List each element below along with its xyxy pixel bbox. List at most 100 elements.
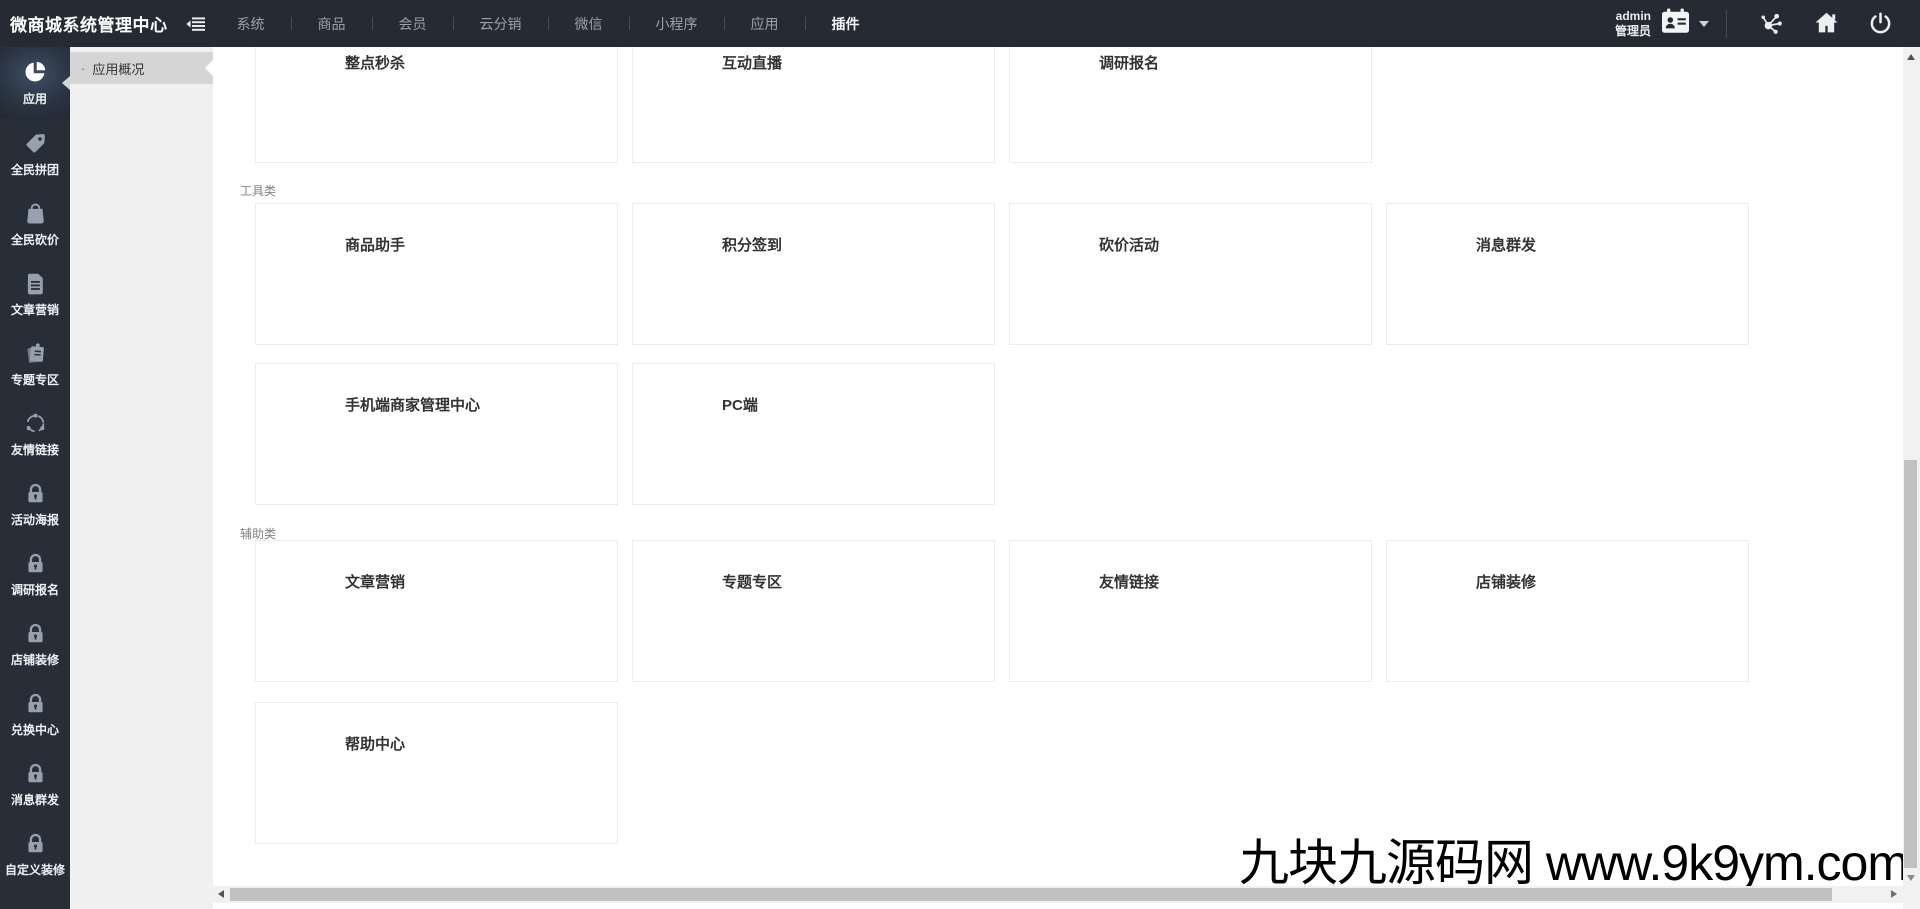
app-card-砍价活动[interactable]: 砍价活动 (1009, 203, 1372, 345)
app-card-文章营销[interactable]: 文章营销 (255, 540, 618, 682)
app-card-title: 文章营销 (345, 574, 406, 591)
app-card-title: PC端 (722, 397, 758, 414)
sidebar-item-label: 活动海报 (10, 513, 59, 527)
sidebar-item-label: 自定义装修 (4, 863, 65, 877)
sidebar-item-专题专区[interactable]: 专题专区 (0, 329, 70, 399)
sidebar-item-调研报名[interactable]: 调研报名 (0, 539, 70, 609)
sidebar-item-label: 兑换中心 (10, 723, 59, 737)
submenu-item-应用概况[interactable]: · 应用概况 (70, 52, 213, 84)
sidebar-item-label: 全民砍价 (10, 233, 59, 247)
app-card-title: 手机端商家管理中心 (345, 397, 481, 414)
sidebar-item-label: 应用 (22, 92, 47, 106)
sidebar-item-label: 全民拼团 (10, 163, 59, 177)
menu-item-7[interactable]: 插件 (806, 14, 886, 34)
app-card-专题专区[interactable]: 专题专区 (632, 540, 995, 682)
tag-icon (23, 130, 48, 156)
home-icon[interactable] (1813, 10, 1840, 37)
menu-item-4[interactable]: 微信 (549, 14, 629, 34)
sidebar-item-全民砍价[interactable]: 全民砍价 (0, 189, 70, 259)
card-row: 文章营销 专题专区 友情链接 店铺装修 (255, 540, 1749, 682)
network-icon[interactable] (1758, 10, 1785, 37)
main-content: 整点秒杀 互动直播 调研报名工具类商品助手 积分签到 砍价活动 消息群发手机端商家管理中心… (213, 47, 1903, 909)
app-card-title: 砍价活动 (1099, 237, 1160, 254)
app-card-帮助中心[interactable]: 帮助中心 (255, 702, 618, 844)
horizontal-scrollbar[interactable] (213, 886, 1903, 903)
menu-item-6[interactable]: 应用 (725, 14, 805, 34)
scroll-up-arrow-icon[interactable] (1907, 54, 1915, 60)
sidebar-item-label: 文章营销 (10, 303, 59, 317)
lock-icon (23, 550, 48, 576)
vertical-scroll-thumb[interactable] (1904, 460, 1917, 868)
profile-dropdown[interactable] (1660, 8, 1709, 39)
collapse-menu-icon[interactable] (185, 16, 205, 31)
sidebar-item-店铺装修[interactable]: 店铺装修 (0, 609, 70, 679)
sidebar-item-label: 消息群发 (10, 793, 59, 807)
app-card-手机端商家管理中心[interactable]: 手机端商家管理中心 (255, 363, 618, 505)
lock-icon (23, 480, 48, 506)
secondary-sidebar: · 应用概况 (70, 47, 213, 909)
scroll-right-arrow-icon[interactable] (1891, 890, 1897, 898)
app-card-title: 调研报名 (1099, 55, 1160, 72)
sidebar-item-全民拼团[interactable]: 全民拼团 (0, 119, 70, 189)
menu-item-3[interactable]: 云分销 (454, 14, 548, 34)
sidebar-item-label: 友情链接 (10, 443, 59, 457)
app-logo: 微商城系统管理中心 (10, 16, 168, 35)
user-info: admin 管理员 (1615, 9, 1651, 39)
app-sidebar: 应用全民拼团全民砍价文章营销专题专区友情链接活动海报调研报名店铺装修兑换中心消息… (0, 47, 70, 909)
sidebar-item-友情链接[interactable]: 友情链接 (0, 399, 70, 469)
sidebar-item-兑换中心[interactable]: 兑换中心 (0, 679, 70, 749)
app-card-消息群发[interactable]: 消息群发 (1386, 203, 1749, 345)
top-navbar: 微商城系统管理中心 系统 商品 会员 云分销 微信 小程序 应用 插件 admin 管理员 (0, 0, 1920, 47)
lock-icon (23, 690, 48, 716)
lock-icon (23, 830, 48, 856)
app-card-title: 整点秒杀 (345, 55, 406, 72)
app-card-友情链接[interactable]: 友情链接 (1009, 540, 1372, 682)
sidebar-item-应用[interactable]: 应用 (0, 47, 70, 119)
scroll-down-arrow-icon[interactable] (1907, 875, 1915, 881)
main-menu: 系统 商品 会员 云分销 微信 小程序 应用 插件 (211, 0, 886, 47)
sidebar-item-文章营销[interactable]: 文章营销 (0, 259, 70, 329)
app-card-整点秒杀[interactable]: 整点秒杀 (255, 47, 618, 163)
navbar-right: admin 管理员 (1615, 8, 1920, 39)
pie-chart-icon (22, 59, 48, 85)
sidebar-item-自定义装修[interactable]: 自定义装修 (0, 819, 70, 889)
app-card-title: 互动直播 (722, 55, 783, 72)
power-icon[interactable] (1868, 11, 1893, 36)
card-row: 商品助手 积分签到 砍价活动 消息群发 (255, 203, 1749, 345)
menu-item-2[interactable]: 会员 (373, 14, 453, 34)
app-card-调研报名[interactable]: 调研报名 (1009, 47, 1372, 163)
user-role: 管理员 (1614, 23, 1651, 38)
menu-item-5[interactable]: 小程序 (630, 14, 724, 34)
card-row: 整点秒杀 互动直播 调研报名 (255, 47, 1372, 163)
sidebar-item-活动海报[interactable]: 活动海报 (0, 469, 70, 539)
caret-down-icon (1699, 20, 1709, 27)
app-card-积分签到[interactable]: 积分签到 (632, 203, 995, 345)
admin-app-page: 微商城系统管理中心 系统 商品 会员 云分销 微信 小程序 应用 插件 admin 管理员 (0, 0, 1920, 909)
app-card-商品助手[interactable]: 商品助手 (255, 203, 618, 345)
clipboard-icon (23, 340, 48, 366)
user-name: admin (1615, 8, 1651, 23)
sidebar-item-消息群发[interactable]: 消息群发 (0, 749, 70, 819)
profile-badge-icon (1660, 8, 1691, 39)
app-card-title: 消息群发 (1476, 237, 1537, 254)
app-card-title: 专题专区 (722, 574, 783, 591)
app-card-店铺装修[interactable]: 店铺装修 (1386, 540, 1749, 682)
section-label: 工具类 (240, 184, 277, 198)
app-card-互动直播[interactable]: 互动直播 (632, 47, 995, 163)
menu-item-0[interactable]: 系统 (211, 14, 291, 34)
app-card-title: 友情链接 (1099, 574, 1160, 591)
horizontal-scroll-thumb[interactable] (230, 888, 1832, 901)
scroll-left-arrow-icon[interactable] (218, 890, 224, 898)
app-card-PC端[interactable]: PC端 (632, 363, 995, 505)
lock-icon (23, 620, 48, 646)
sidebar-item-partial[interactable] (0, 889, 70, 909)
app-card-title: 店铺装修 (1476, 574, 1537, 591)
share-icon (23, 410, 48, 436)
app-card-title: 积分签到 (722, 237, 783, 254)
sidebar-item-label: 店铺装修 (10, 653, 59, 667)
vertical-scrollbar[interactable] (1903, 47, 1920, 909)
app-card-title: 帮助中心 (345, 736, 406, 753)
menu-item-1[interactable]: 商品 (292, 14, 372, 34)
sidebar-item-label: 专题专区 (10, 373, 59, 387)
navbar-divider (1726, 9, 1727, 38)
